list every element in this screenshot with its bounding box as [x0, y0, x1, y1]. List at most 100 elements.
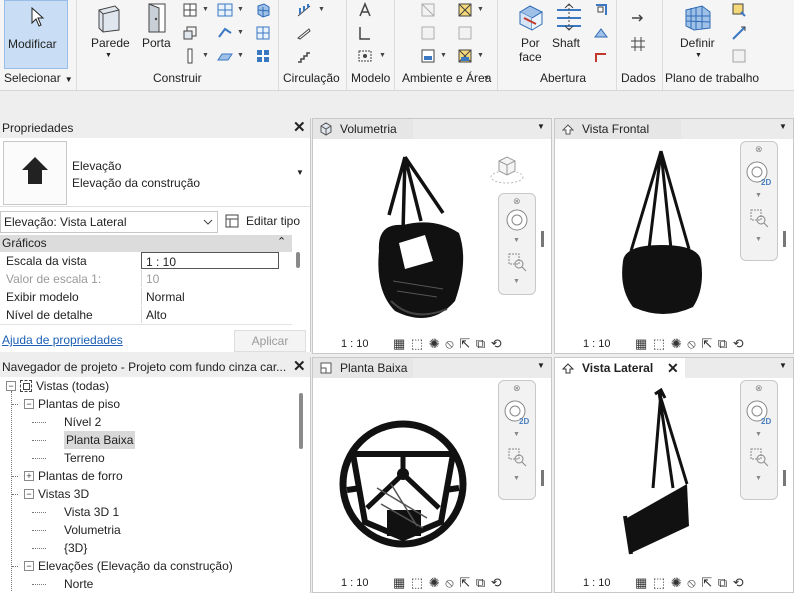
model-line-icon[interactable] [357, 25, 373, 41]
roof-icon[interactable] [217, 2, 233, 18]
wall-button[interactable]: Parede ▼ [86, 2, 132, 68]
view-menu-arrow-icon[interactable]: ▼ [779, 122, 787, 131]
tag-room-icon[interactable] [420, 48, 436, 64]
tree-item[interactable]: Vista 3D 1 [0, 503, 296, 521]
collapse-icon[interactable]: − [24, 489, 34, 499]
graphics-section-header[interactable]: Gráficos ⌃ [0, 235, 292, 252]
room-separator-icon[interactable] [420, 25, 436, 41]
view-control-bar[interactable]: 1 : 10 ▦ ⬚ ✺ ⦸ ⇱ ⧉ ⟲ [555, 574, 793, 592]
mullion-icon[interactable] [255, 48, 271, 64]
model-text-icon[interactable] [357, 2, 373, 18]
zoom-region-icon[interactable] [749, 208, 769, 228]
collapse-icon[interactable]: − [6, 381, 16, 391]
grid-icon[interactable] [630, 36, 646, 52]
tab-volumetria[interactable]: Volumetria [313, 119, 413, 139]
navigation-bar[interactable]: ▼ ▼ ⊗ [498, 193, 536, 295]
view-scrollbar[interactable] [783, 231, 786, 247]
property-value[interactable]: Alto [141, 306, 278, 323]
view-scale-input[interactable]: 1 : 10 [141, 252, 279, 269]
zoom-region-icon[interactable] [507, 252, 527, 272]
tree-item[interactable]: Norte [0, 575, 296, 593]
navbar-close-icon[interactable]: ⊗ [513, 196, 521, 207]
tree-item[interactable]: + Plantas de forro [0, 467, 296, 485]
view-scale-label[interactable]: 1 : 10 [341, 577, 369, 589]
railing-icon[interactable] [296, 2, 312, 18]
column-icon[interactable] [182, 48, 198, 64]
tree-item[interactable]: {3D} [0, 539, 296, 557]
property-row-view-scale[interactable]: Escala da vista 1 : 10 [0, 252, 292, 271]
room-icon[interactable] [420, 2, 436, 18]
view-control-bar[interactable]: 1 : 10 ▦ ⬚ ✺ ⦸ ⇱ ⧉ ⟲ [313, 335, 551, 353]
apply-button[interactable]: Aplicar [234, 330, 306, 352]
view-menu-arrow-icon[interactable]: ▼ [537, 361, 545, 370]
workplane-viewer-icon[interactable] [731, 48, 747, 64]
expand-icon[interactable]: + [24, 471, 34, 481]
tab-close-icon[interactable]: ✕ [667, 358, 679, 378]
instance-filter-select[interactable]: Elevação: Vista Lateral [0, 211, 218, 233]
shaft-button[interactable]: Shaft [551, 2, 587, 68]
property-row-detail-level[interactable]: Nível de detalhe Alto [0, 306, 292, 325]
floor-icon[interactable] [217, 48, 233, 64]
property-row-display-model[interactable]: Exibir modelo Normal [0, 288, 292, 307]
ramp-icon[interactable] [296, 25, 312, 41]
tree-item[interactable]: − Vistas 3D [0, 485, 296, 503]
navbar-close-icon[interactable]: ⊗ [755, 383, 763, 394]
tree-item[interactable]: − Elevações (Elevação da construção) [0, 557, 296, 575]
view-scale-label[interactable]: 1 : 10 [341, 338, 369, 350]
wall-opening-icon[interactable] [593, 2, 609, 18]
view-control-icons[interactable]: ▦ ⬚ ✺ ⦸ ⇱ ⧉ ⟲ [635, 336, 745, 352]
property-value[interactable]: Normal [141, 288, 278, 305]
tree-item[interactable]: Volumetria [0, 521, 296, 539]
type-dropdown-arrow-icon[interactable]: ▼ [296, 168, 304, 177]
ref-plane-icon[interactable] [731, 25, 747, 41]
navbar-close-icon[interactable]: ⊗ [513, 383, 521, 394]
collapse-icon[interactable]: − [24, 399, 34, 409]
view-control-icons[interactable]: ▦ ⬚ ✺ ⦸ ⇱ ⧉ ⟲ [393, 575, 503, 591]
view-control-bar[interactable]: 1 : 10 ▦ ⬚ ✺ ⦸ ⇱ ⧉ ⟲ [313, 574, 551, 592]
tree-item[interactable]: Nível 2 [0, 413, 296, 431]
view-scrollbar[interactable] [541, 231, 544, 247]
component-icon[interactable] [182, 25, 198, 41]
curtain-system-icon[interactable] [255, 2, 271, 18]
navigation-bar[interactable]: ⊗ 2D ▼ ▼ [498, 380, 536, 500]
select-panel-dropdown[interactable]: Selecionar ▼ [4, 71, 76, 87]
by-face-button[interactable]: Por face [513, 2, 549, 68]
stair-icon[interactable] [296, 48, 312, 64]
properties-help-link[interactable]: Ajuda de propriedades [2, 333, 123, 347]
view-scale-label[interactable]: 1 : 10 [583, 338, 611, 350]
door-button[interactable]: Porta [138, 2, 176, 68]
view-menu-arrow-icon[interactable]: ▼ [779, 361, 787, 370]
window-icon[interactable] [182, 2, 198, 18]
properties-scrollbar[interactable] [296, 252, 300, 268]
curtain-grid-icon[interactable] [255, 25, 271, 41]
level-icon[interactable] [630, 10, 646, 26]
type-selector[interactable]: Elevação Elevação da construção ▼ [0, 138, 310, 207]
tree-item[interactable]: Planta Baixa [0, 431, 296, 449]
navigation-bar[interactable]: ⊗ 2D ▼ ▼ [740, 380, 778, 500]
show-workplane-icon[interactable] [731, 2, 747, 18]
edit-type-button[interactable]: Editar tipo [222, 211, 308, 231]
tree-item[interactable]: − Plantas de piso [0, 395, 296, 413]
area-icon[interactable] [457, 2, 473, 18]
project-browser-close-icon[interactable]: ✕ [293, 358, 306, 376]
zoom-region-icon[interactable] [507, 447, 527, 467]
set-workplane-button[interactable]: Definir ▼ [676, 2, 720, 68]
area-boundary-icon[interactable] [457, 25, 473, 41]
view-control-icons[interactable]: ▦ ⬚ ✺ ⦸ ⇱ ⧉ ⟲ [393, 336, 503, 352]
steering-wheel-icon[interactable] [505, 208, 529, 232]
viewcube-icon[interactable] [489, 153, 525, 187]
tab-vista-frontal[interactable]: Vista Frontal [555, 119, 681, 139]
view-scrollbar[interactable] [541, 470, 544, 486]
ceiling-icon[interactable] [217, 25, 233, 41]
view-scale-label[interactable]: 1 : 10 [583, 577, 611, 589]
vertical-opening-icon[interactable] [593, 25, 609, 41]
view-control-icons[interactable]: ▦ ⬚ ✺ ⦸ ⇱ ⧉ ⟲ [635, 575, 745, 591]
view-menu-arrow-icon[interactable]: ▼ [537, 122, 545, 131]
tree-item[interactable]: Terreno [0, 449, 296, 467]
tab-vista-lateral[interactable]: Vista Lateral ✕ [555, 358, 685, 378]
modify-button[interactable]: Modificar [4, 0, 68, 69]
tab-planta-baixa[interactable]: Planta Baixa [313, 358, 413, 378]
navbar-close-icon[interactable]: ⊗ [755, 144, 763, 155]
zoom-region-icon[interactable] [749, 447, 769, 467]
dormer-icon[interactable] [593, 48, 609, 64]
